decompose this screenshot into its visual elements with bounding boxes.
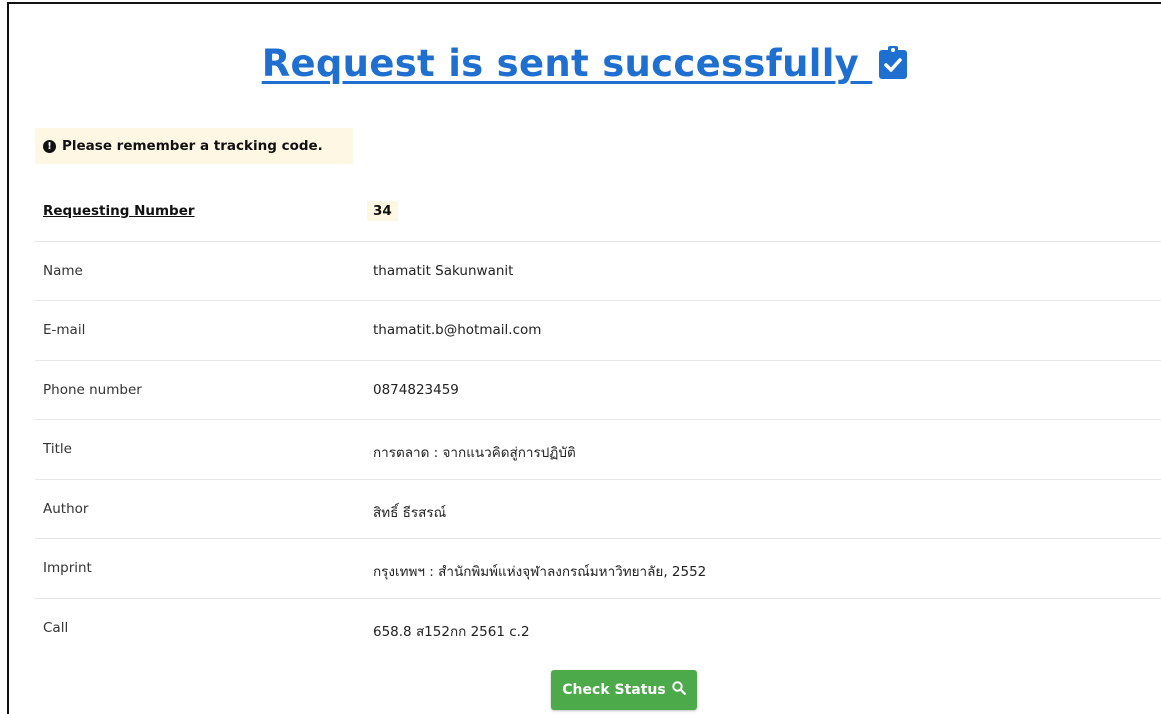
row-label: Imprint <box>43 560 92 576</box>
row-value: สิทธิ์ ธีรสรณ์ <box>373 504 447 521</box>
row-value: 658.8 ส152กก 2561 c.2 <box>373 623 530 640</box>
search-icon <box>672 681 686 699</box>
tracking-code-notice: ! Please remember a tracking code. <box>35 128 353 164</box>
row-title: Title การตลาด : จากแนวคิดสู่การปฏิบัติ <box>35 420 1161 480</box>
row-value: กรุงเทพฯ : สำนักพิมพ์แห่งจุฬาลงกรณ์มหาวิ… <box>373 564 707 580</box>
row-label: Title <box>43 441 72 457</box>
row-call: Call 658.8 ส152กก 2561 c.2 <box>35 599 1161 658</box>
row-value: thamatit Sakunwanit <box>373 262 514 279</box>
row-label: Name <box>43 262 83 279</box>
row-label: Call <box>43 619 69 636</box>
check-status-button[interactable]: Check Status <box>551 670 697 710</box>
row-label: Author <box>43 500 89 517</box>
page-frame: Request is sent successfully ! Please re… <box>7 2 1161 714</box>
row-author: Author สิทธิ์ ธีรสรณ์ <box>35 480 1161 539</box>
clipboard-check-icon <box>878 46 908 89</box>
row-phone-number: Phone number 0874823459 <box>35 361 1161 420</box>
row-value: 0874823459 <box>373 381 459 398</box>
page-title: Request is sent successfully <box>9 42 1161 89</box>
row-requesting-number: Requesting Number 34 <box>35 182 1161 242</box>
notice-text: Please remember a tracking code. <box>62 138 323 154</box>
row-label: E-mail <box>43 322 86 338</box>
row-name: Name thamatit Sakunwanit <box>35 242 1161 301</box>
row-value: thamatit.b@hotmail.com <box>373 322 542 338</box>
row-imprint: Imprint กรุงเทพฯ : สำนักพิมพ์แห่งจุฬาลงก… <box>35 539 1161 599</box>
check-status-label: Check Status <box>562 682 666 698</box>
row-value: การตลาด : จากแนวคิดสู่การปฏิบัติ <box>373 445 576 461</box>
row-email: E-mail thamatit.b@hotmail.com <box>35 301 1161 361</box>
row-label: Requesting Number <box>43 203 195 219</box>
row-value: 34 <box>367 201 398 221</box>
title-link[interactable]: Request is sent successfully <box>262 42 909 85</box>
info-circle-icon: ! <box>43 139 56 153</box>
row-label: Phone number <box>43 381 142 398</box>
request-details-table: Requesting Number 34 Name thamatit Sakun… <box>35 182 1161 657</box>
